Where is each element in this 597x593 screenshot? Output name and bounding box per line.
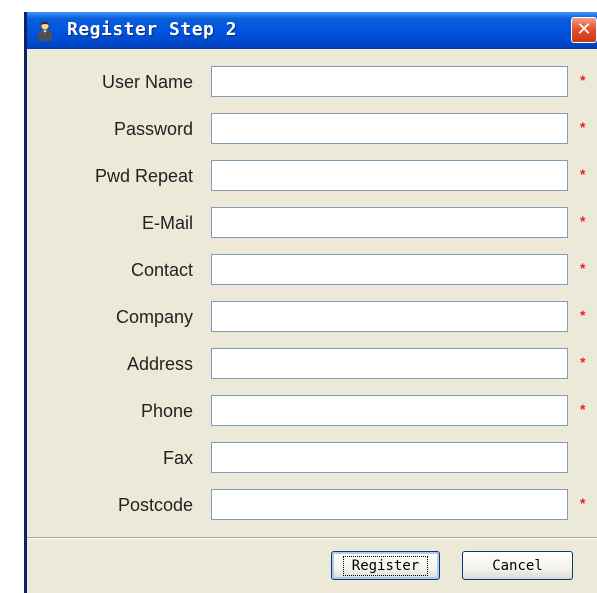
form-row-address: Address * bbox=[27, 348, 597, 382]
pwd-repeat-label: Pwd Repeat bbox=[94, 166, 193, 186]
pwd-repeat-input[interactable] bbox=[211, 160, 568, 191]
email-required-mark: * bbox=[580, 213, 586, 229]
register-button-label: Register bbox=[342, 555, 429, 576]
form-row-user-name: User Name * bbox=[27, 66, 597, 100]
postcode-input[interactable] bbox=[211, 489, 568, 520]
company-required-mark: * bbox=[580, 307, 586, 323]
cancel-button-label: Cancel bbox=[492, 557, 543, 574]
contact-required-mark: * bbox=[580, 260, 586, 276]
contact-input[interactable] bbox=[211, 254, 568, 285]
user-icon bbox=[38, 21, 52, 41]
fax-input[interactable] bbox=[211, 442, 568, 473]
address-label: Address bbox=[126, 354, 193, 374]
footer-divider bbox=[27, 537, 597, 539]
title-bar[interactable]: Register Step 2 ✕ bbox=[27, 12, 597, 49]
form-row-email: E-Mail * bbox=[27, 207, 597, 241]
form-row-company: Company * bbox=[27, 301, 597, 335]
pwd-repeat-required-mark: * bbox=[580, 166, 586, 182]
contact-label: Contact bbox=[130, 260, 193, 280]
email-label: E-Mail bbox=[141, 213, 193, 233]
postcode-required-mark: * bbox=[580, 495, 586, 511]
form-row-pwd-repeat: Pwd Repeat * bbox=[27, 160, 597, 194]
form-row-contact: Contact * bbox=[27, 254, 597, 288]
user-name-required-mark: * bbox=[580, 72, 586, 88]
cancel-button[interactable]: Cancel bbox=[462, 551, 573, 580]
form-row-fax: Fax bbox=[27, 442, 597, 476]
phone-required-mark: * bbox=[580, 401, 586, 417]
phone-label: Phone bbox=[140, 401, 193, 421]
password-input[interactable] bbox=[211, 113, 568, 144]
postcode-label: Postcode bbox=[117, 495, 193, 515]
register-button[interactable]: Register bbox=[331, 551, 440, 580]
register-dialog: Register Step 2 ✕ User Name * Password *… bbox=[24, 12, 597, 593]
company-input[interactable] bbox=[211, 301, 568, 332]
email-input[interactable] bbox=[211, 207, 568, 238]
user-name-input[interactable] bbox=[211, 66, 568, 97]
user-name-label: User Name bbox=[101, 72, 193, 92]
password-required-mark: * bbox=[580, 119, 586, 135]
phone-input[interactable] bbox=[211, 395, 568, 426]
company-label: Company bbox=[115, 307, 193, 327]
form-row-phone: Phone * bbox=[27, 395, 597, 429]
close-icon: ✕ bbox=[576, 19, 592, 40]
close-button[interactable]: ✕ bbox=[571, 17, 597, 43]
form-row-password: Password * bbox=[27, 113, 597, 147]
form-row-postcode: Postcode * bbox=[27, 489, 597, 523]
window-title: Register Step 2 bbox=[67, 19, 238, 40]
address-input[interactable] bbox=[211, 348, 568, 379]
address-required-mark: * bbox=[580, 354, 586, 370]
fax-label: Fax bbox=[162, 448, 193, 468]
password-label: Password bbox=[113, 119, 193, 139]
